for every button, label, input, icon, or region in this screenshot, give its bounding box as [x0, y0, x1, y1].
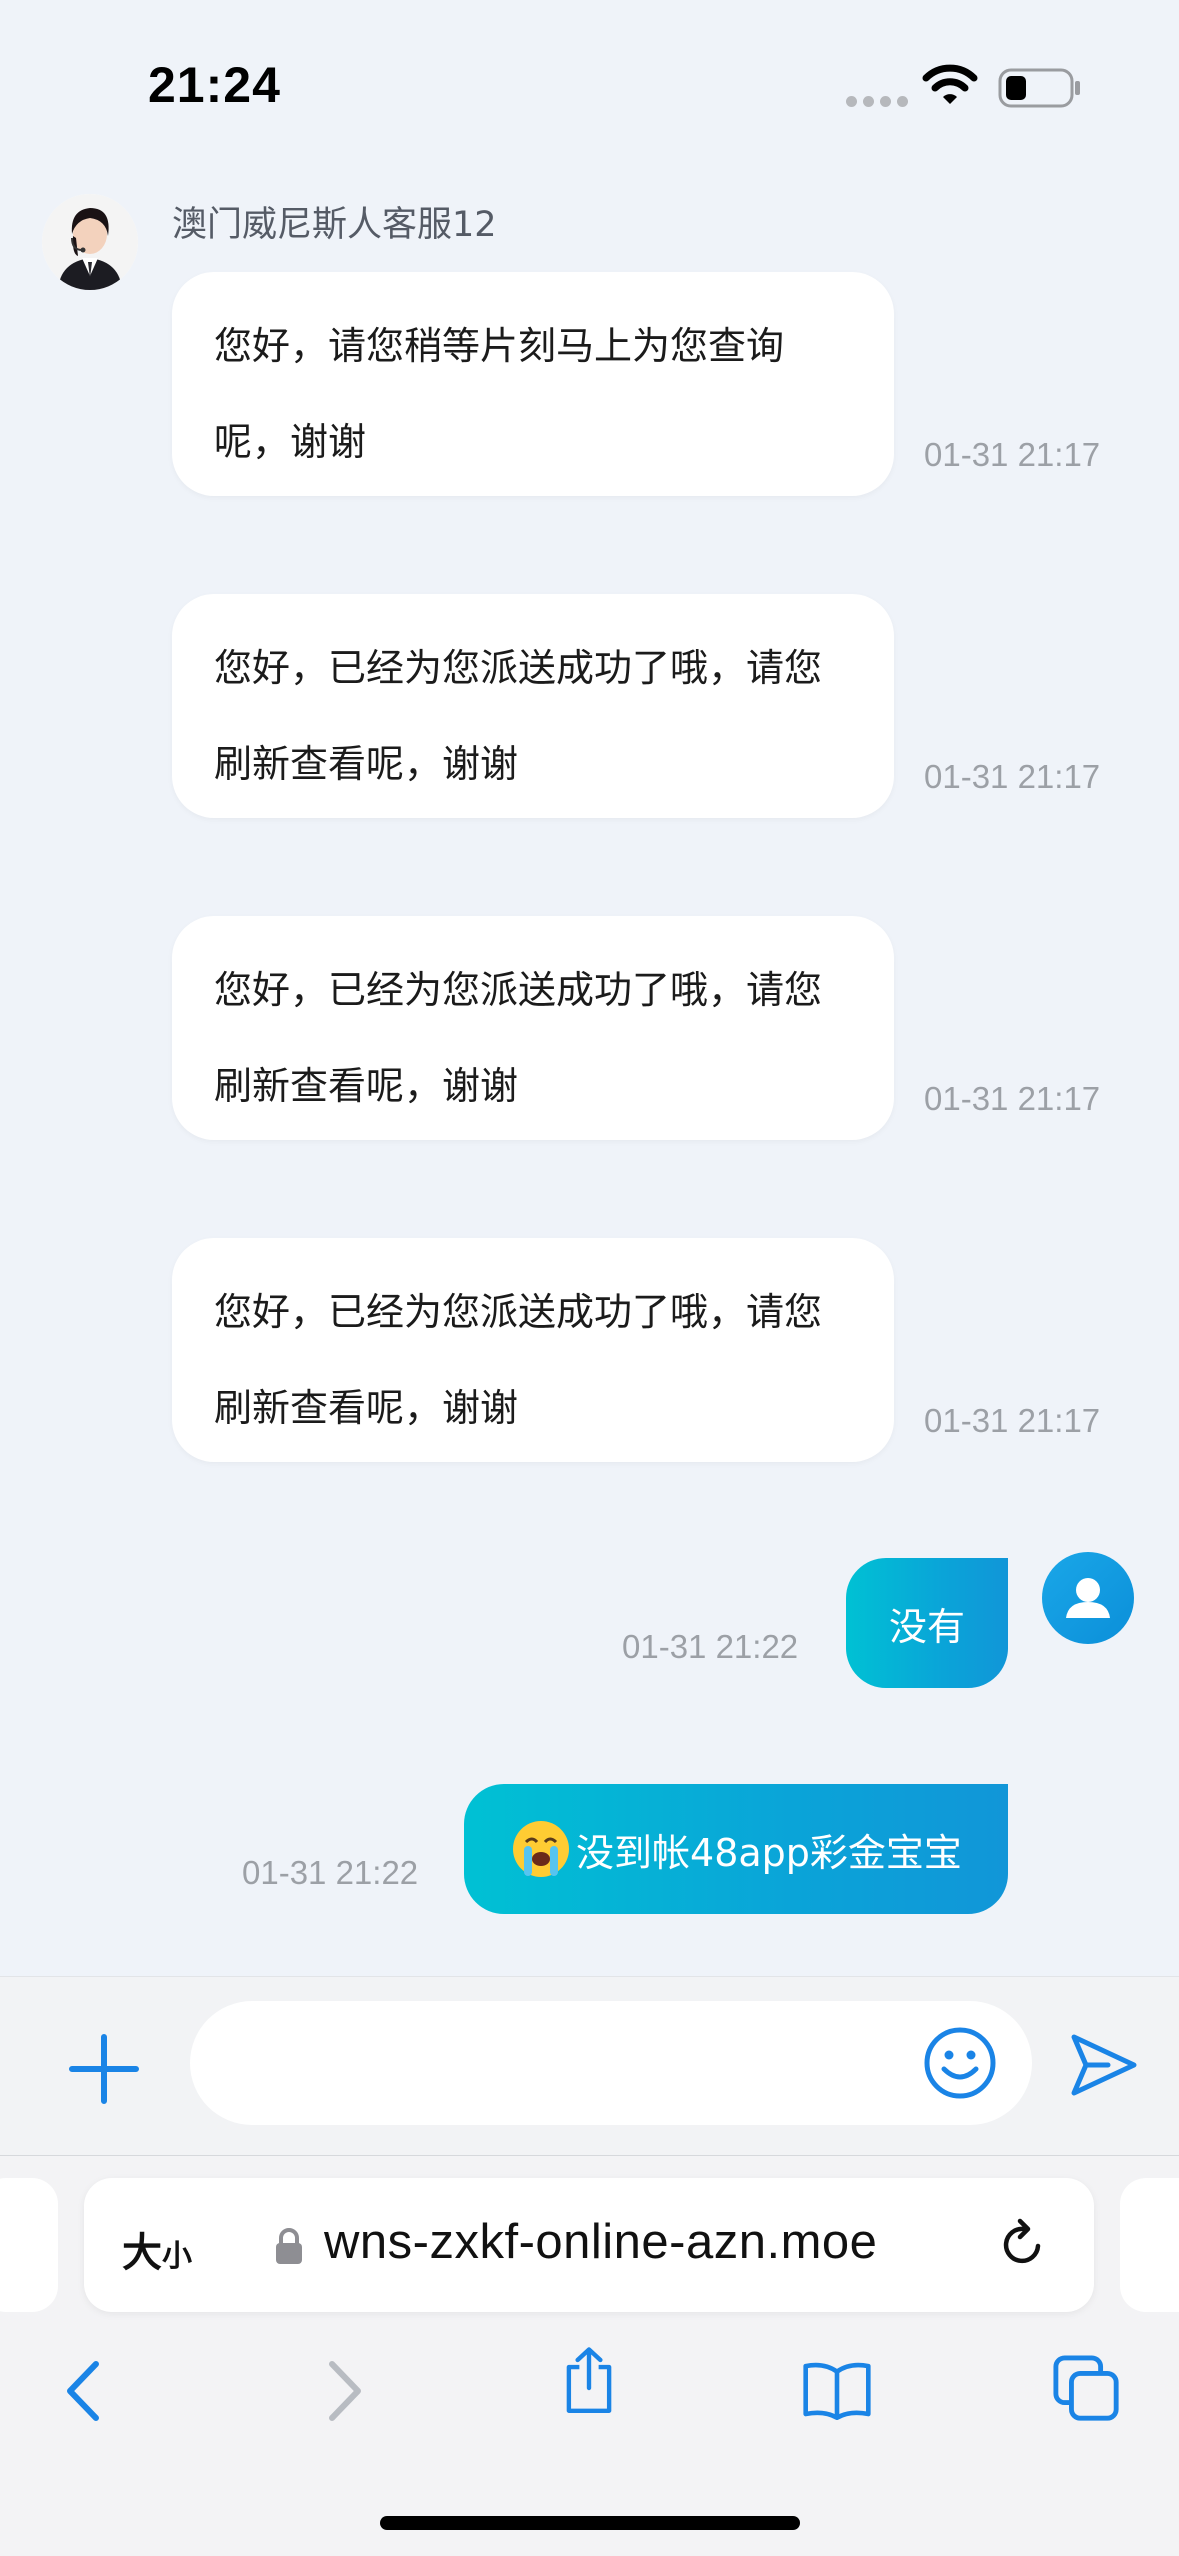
- chat-screen: 21:24 澳门威尼斯人客服12 您好，请您稍等片刻马上为您查询 呢，谢谢 01…: [0, 0, 1179, 2556]
- crying-face-emoji: [513, 1821, 570, 1877]
- agent-name: 澳门威尼斯人客服12: [172, 205, 497, 245]
- text-size-big-label: 大: [122, 2230, 162, 2276]
- message-timestamp: 01-31 21:22: [242, 1854, 419, 1891]
- message-line: 刷新查看呢，谢谢: [214, 742, 519, 786]
- user-icon: [1066, 1578, 1110, 1618]
- message-timestamp: 01-31 21:17: [924, 1080, 1101, 1117]
- outgoing-message[interactable]: 没到帐48app彩金宝宝: [464, 1784, 1008, 1914]
- next-tab-preview[interactable]: [1120, 2178, 1179, 2312]
- cellular-signal-icon: [846, 96, 908, 107]
- battery-icon: [998, 68, 1080, 108]
- message-line: 刷新查看呢，谢谢: [214, 1064, 519, 1108]
- previous-tab-preview[interactable]: [0, 2178, 58, 2312]
- status-time: 21:24: [148, 57, 281, 113]
- share-icon[interactable]: [554, 2346, 624, 2416]
- message-input[interactable]: [190, 2001, 1032, 2125]
- smile-icon[interactable]: [922, 2025, 998, 2101]
- message-composer: [0, 1976, 1179, 2156]
- home-indicator[interactable]: [380, 2516, 800, 2530]
- wifi-icon: [922, 64, 978, 104]
- message-line: 刷新查看呢，谢谢: [214, 1386, 519, 1430]
- message-timestamp: 01-31 21:22: [622, 1628, 799, 1665]
- message-text: 没到帐48app彩金宝宝: [576, 1830, 962, 1875]
- message-line: 您好，已经为您派送成功了哦，请您: [214, 1290, 823, 1334]
- message-line: 您好，已经为您派送成功了哦，请您: [214, 646, 823, 690]
- text-size-button[interactable]: 大小: [122, 2220, 192, 2278]
- incoming-message[interactable]: 您好，已经为您派送成功了哦，请您 刷新查看呢，谢谢: [172, 594, 894, 818]
- message-line: 呢，谢谢: [214, 420, 367, 464]
- user-avatar[interactable]: [1042, 1552, 1134, 1644]
- tabs-icon[interactable]: [1052, 2354, 1122, 2424]
- url-text[interactable]: wns-zxkf-online-azn.moe: [324, 2214, 877, 2270]
- forward-icon[interactable]: [306, 2356, 376, 2426]
- message-text: 没有: [888, 1604, 965, 1649]
- agent-avatar[interactable]: [42, 194, 138, 290]
- message-line: 您好，已经为您派送成功了哦，请您: [214, 968, 823, 1012]
- reload-icon[interactable]: [994, 2216, 1050, 2272]
- incoming-message[interactable]: 您好，已经为您派送成功了哦，请您 刷新查看呢，谢谢: [172, 916, 894, 1140]
- bookmarks-icon[interactable]: [802, 2356, 872, 2426]
- agent-avatar-image: [42, 194, 138, 290]
- lock-icon: [276, 2228, 302, 2264]
- outgoing-message[interactable]: 没有: [846, 1558, 1008, 1688]
- message-timestamp: 01-31 21:17: [924, 758, 1101, 795]
- address-bar[interactable]: 大小 wns-zxkf-online-azn.moe: [84, 2178, 1094, 2312]
- text-size-small-label: 小: [162, 2239, 192, 2274]
- message-line: 您好，请您稍等片刻马上为您查询: [214, 324, 785, 368]
- back-icon[interactable]: [52, 2356, 122, 2426]
- message-timestamp: 01-31 21:17: [924, 1402, 1101, 1439]
- incoming-message[interactable]: 您好，已经为您派送成功了哦，请您 刷新查看呢，谢谢: [172, 1238, 894, 1462]
- incoming-message[interactable]: 您好，请您稍等片刻马上为您查询 呢，谢谢: [172, 272, 894, 496]
- plus-icon[interactable]: [64, 2029, 144, 2109]
- send-icon[interactable]: [1068, 2029, 1140, 2101]
- message-timestamp: 01-31 21:17: [924, 436, 1101, 473]
